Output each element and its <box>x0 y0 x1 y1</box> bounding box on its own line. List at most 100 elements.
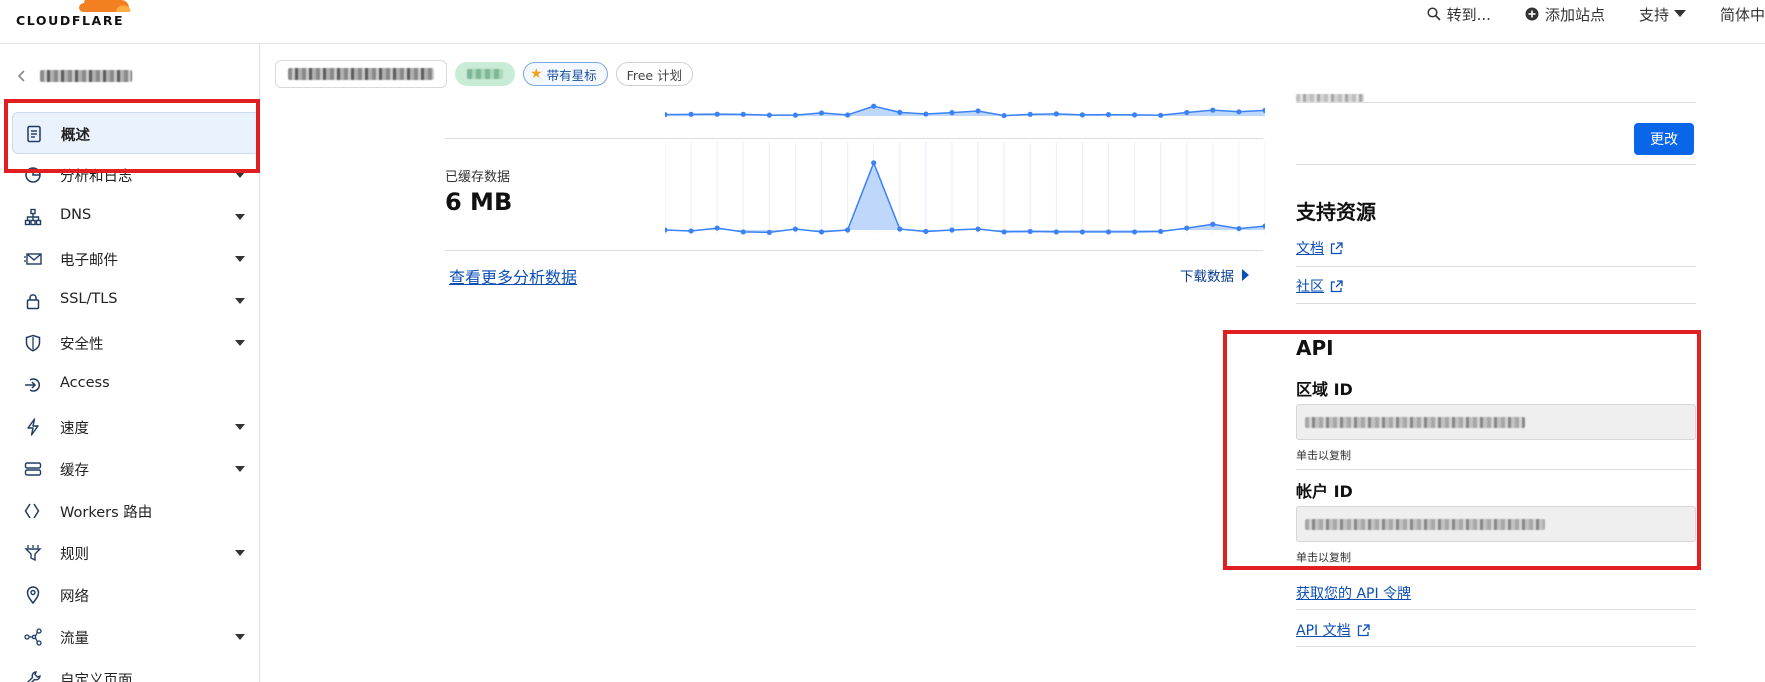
goto-label: 转到... <box>1446 5 1491 24</box>
chevron-down-icon <box>235 214 245 220</box>
chart-point <box>1158 228 1164 235</box>
chart-point <box>1158 112 1164 118</box>
chart-point <box>975 226 981 232</box>
api-token-link[interactable]: 获取您的 API 令牌 <box>1296 583 1411 603</box>
traffic-icon <box>24 628 42 646</box>
chart-point <box>845 112 851 118</box>
plan-badge[interactable]: Free 计划 <box>615 62 694 86</box>
sidebar-item-label: 规则 <box>60 547 89 563</box>
sidebar-item-speed[interactable]: 速度 <box>0 406 259 448</box>
chart-point <box>740 111 746 117</box>
back-arrow-icon <box>18 70 25 82</box>
sidebar-item-dns[interactable]: DNS <box>0 196 259 238</box>
chart-point <box>845 227 851 233</box>
account-switcher[interactable] <box>18 66 132 86</box>
status-badge <box>455 62 515 86</box>
sidebar-item-label: 安全性 <box>60 337 104 353</box>
api-token-link-label: 获取您的 API 令牌 <box>1296 586 1412 602</box>
redacted-value <box>1296 94 1364 102</box>
analytics-charts <box>665 103 1265 235</box>
download-data-button[interactable]: 下载数据 <box>1180 265 1249 285</box>
star-button[interactable]: ★ 带有星标 <box>523 62 608 86</box>
chart-point <box>871 160 877 166</box>
chart-point <box>1027 111 1033 117</box>
chart-point <box>818 110 825 116</box>
highlight-box-api <box>1223 330 1701 570</box>
chart-point <box>1079 112 1085 118</box>
account-name-redacted <box>40 70 132 82</box>
chart-grid <box>665 142 1265 234</box>
storage-icon <box>24 462 42 476</box>
chevron-down-icon <box>235 256 245 262</box>
docs-link-label: 文档 <box>1296 241 1324 257</box>
support-label: 支持 <box>1638 5 1669 24</box>
highlight-box-overview <box>4 99 260 173</box>
zone-header: ★ 带有星标 Free 计划 <box>275 60 694 88</box>
language-label: 简体中 <box>1719 5 1765 24</box>
chart-point <box>1027 228 1033 235</box>
sidebar-item-label: SSL/TLS <box>60 291 118 307</box>
chart-point <box>688 111 694 117</box>
community-link[interactable]: 社区 <box>1296 276 1343 296</box>
chart-point <box>792 112 799 118</box>
chart-point <box>792 226 799 232</box>
api-docs-link[interactable]: API 文档 <box>1296 620 1370 640</box>
cached-data-value: 6 MB <box>445 188 513 216</box>
chart-point <box>1053 111 1059 117</box>
chart-point <box>818 229 825 235</box>
access-icon <box>25 378 40 392</box>
cloudflare-logo[interactable]: CLOUDFLARE <box>14 0 134 32</box>
change-button[interactable]: 更改 <box>1634 123 1694 155</box>
cached-line <box>665 160 1265 234</box>
sidebar-item-label: Workers 路由 <box>60 505 153 521</box>
caret-down-icon <box>1673 10 1686 17</box>
sidebar-item-network[interactable]: 网络 <box>0 574 259 616</box>
section-divider <box>1296 164 1696 165</box>
section-divider <box>1296 266 1696 267</box>
sidebar-item-cache[interactable]: 缓存 <box>0 448 259 490</box>
chart-point <box>897 109 903 115</box>
zone-name-redacted[interactable] <box>275 60 447 88</box>
status-badge-blur <box>467 69 503 79</box>
chevron-down-icon <box>235 550 245 556</box>
chart-point <box>1001 229 1007 235</box>
add-site-button[interactable]: 添加站点 <box>1525 4 1605 25</box>
external-link-icon <box>1330 279 1343 292</box>
sidebar-item-email[interactable]: 电子邮件 <box>0 238 259 280</box>
language-menu[interactable]: 简体中 <box>1720 4 1765 25</box>
chart-point <box>688 228 694 234</box>
sidebar-item-workers-routes[interactable]: Workers 路由 <box>0 490 259 532</box>
lock-icon <box>26 294 40 310</box>
docs-link[interactable]: 文档 <box>1296 238 1343 258</box>
cached-data-label: 已缓存数据 <box>445 170 511 185</box>
sidebar-item-access[interactable]: Access <box>0 364 259 406</box>
logo-text: CLOUDFLARE <box>16 13 125 28</box>
location-icon <box>26 586 40 604</box>
chart-point <box>1053 229 1059 235</box>
chart-point <box>714 111 720 117</box>
sidebar-item-security[interactable]: 安全性 <box>0 322 259 364</box>
section-divider <box>1296 102 1696 103</box>
chart-point <box>1236 109 1242 115</box>
sidebar-item-traffic[interactable]: 流量 <box>0 616 259 658</box>
sidebar-item-rules[interactable]: 规则 <box>0 532 259 574</box>
email-icon <box>24 253 42 265</box>
sidebar-item-custom-pages[interactable]: 自定义页面 <box>0 658 259 682</box>
chevron-right-icon <box>1242 269 1249 281</box>
chart-point <box>871 103 877 109</box>
more-analytics-link[interactable]: 查看更多分析数据 <box>449 264 577 288</box>
support-menu[interactable]: 支持 <box>1639 4 1686 25</box>
goto-button[interactable]: 转到... <box>1427 4 1491 25</box>
chart-point <box>740 229 746 235</box>
section-divider <box>1296 609 1696 610</box>
chart-point <box>766 112 772 118</box>
chart-point <box>714 225 720 231</box>
wrench-icon <box>27 671 41 682</box>
chevron-down-icon <box>235 340 245 346</box>
cached-points <box>665 160 1265 235</box>
star-icon: ★ <box>530 66 543 82</box>
api-docs-link-label: API 文档 <box>1296 623 1351 639</box>
sidebar-item-ssl[interactable]: SSL/TLS <box>0 280 259 322</box>
sidebar-item-label: 自定义页面 <box>60 673 133 682</box>
chart-point <box>1105 229 1112 235</box>
